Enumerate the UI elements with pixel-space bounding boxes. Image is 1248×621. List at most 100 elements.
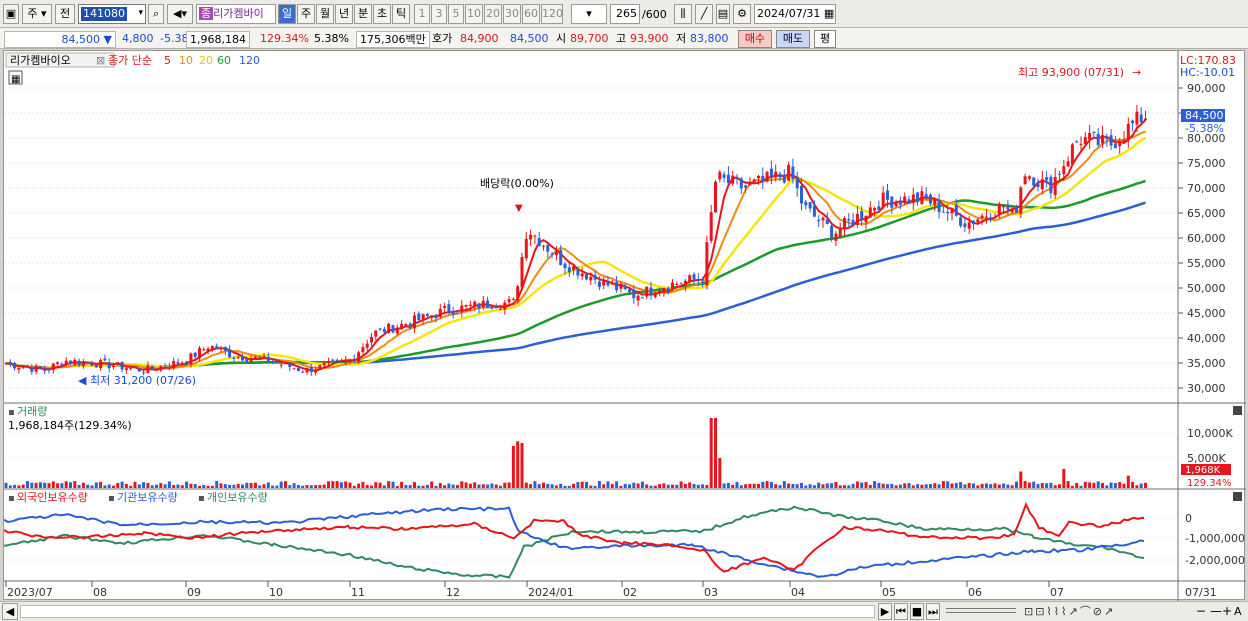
stock-name-field[interactable]: 종 리가켐바이 bbox=[196, 4, 276, 24]
volume-bar bbox=[602, 484, 606, 488]
x-tick-label: 04 bbox=[791, 586, 805, 599]
volume-bar bbox=[490, 483, 494, 488]
volume-bar bbox=[920, 484, 924, 488]
min-arrow-icon: ◀ bbox=[78, 374, 87, 387]
volume-bar bbox=[352, 485, 356, 488]
scroll-bar[interactable]: ◀ ▶ ⏮ ■ ⏭ ⊡⊡⌇⌇⌇↗⌒⊘↗ − — + A bbox=[0, 601, 1248, 621]
volume-bar bbox=[253, 482, 257, 488]
chart-area[interactable]: 90,00085,00080,00075,00070,00065,00060,0… bbox=[3, 50, 1246, 601]
candle bbox=[1010, 209, 1014, 213]
period-tab-1[interactable]: 주 bbox=[297, 4, 315, 24]
interval-button-120[interactable]: 120 bbox=[541, 4, 563, 24]
candle bbox=[1131, 120, 1135, 124]
candle bbox=[1101, 135, 1104, 144]
candle bbox=[56, 362, 60, 364]
volume-bar bbox=[559, 483, 563, 488]
scroll-left-icon[interactable]: ◀ bbox=[2, 603, 18, 620]
tool-icons[interactable]: ⊡⊡⌇⌇⌇↗⌒⊘↗ bbox=[1024, 604, 1115, 619]
candle bbox=[348, 360, 352, 362]
buy-button[interactable]: 매수 bbox=[738, 30, 772, 48]
volume-bar bbox=[245, 482, 249, 488]
interval-button-3[interactable]: 3 bbox=[431, 4, 447, 24]
interval-button-30[interactable]: 30 bbox=[503, 4, 521, 24]
prev-button[interactable]: 전 bbox=[55, 4, 75, 24]
candle bbox=[1096, 133, 1100, 146]
zoom-out-icon[interactable]: − bbox=[1196, 604, 1206, 619]
volume-bar bbox=[21, 484, 25, 488]
candle bbox=[636, 295, 640, 301]
volume-bar bbox=[757, 484, 760, 488]
forward-icon[interactable]: ⏭ bbox=[926, 603, 940, 620]
volume-bar bbox=[99, 481, 103, 488]
chevron-down-icon[interactable]: ▾ bbox=[138, 8, 143, 18]
scroll-track[interactable] bbox=[20, 605, 875, 618]
period-tab-6[interactable]: 틱 bbox=[392, 4, 410, 24]
volume-bar bbox=[473, 482, 477, 488]
candle bbox=[937, 200, 941, 213]
interval-button-10[interactable]: 10 bbox=[465, 4, 483, 24]
candle bbox=[572, 266, 576, 271]
candle bbox=[563, 263, 567, 269]
code-input[interactable]: 141080 ▾ bbox=[78, 4, 146, 24]
candle bbox=[731, 175, 735, 184]
date-input[interactable]: 2024/07/31 ▦ bbox=[754, 4, 836, 24]
interval-button-5[interactable]: 5 bbox=[448, 4, 464, 24]
volume-bar bbox=[507, 482, 511, 488]
interval-button-20[interactable]: 20 bbox=[484, 4, 502, 24]
range-select[interactable]: ▾ bbox=[571, 4, 607, 24]
candle bbox=[554, 251, 558, 256]
stock-chart[interactable]: 90,00085,00080,00075,00070,00065,00060,0… bbox=[3, 51, 1246, 601]
interval-button-60[interactable]: 60 bbox=[522, 4, 540, 24]
sell-button[interactable]: 매도 bbox=[776, 30, 810, 48]
zoom-line-icon[interactable]: — bbox=[1210, 604, 1222, 619]
volume-bar bbox=[769, 481, 773, 488]
ma20-label: 20 bbox=[199, 54, 213, 67]
stock-name: 리가켐바이 bbox=[213, 7, 264, 20]
font-size-icon[interactable]: A bbox=[1234, 604, 1242, 619]
candle bbox=[301, 371, 305, 373]
eval-button[interactable]: 평 bbox=[814, 30, 836, 48]
period-tab-2[interactable]: 월 bbox=[316, 4, 334, 24]
chart-type-icon[interactable]: ▣ bbox=[3, 4, 19, 24]
candle bbox=[146, 365, 150, 374]
period-tab-4[interactable]: 분 bbox=[354, 4, 372, 24]
candle-icon[interactable]: ⫼ bbox=[674, 4, 692, 24]
save-icon[interactable]: ▤ bbox=[716, 4, 730, 24]
rewind-icon[interactable]: ⏮ bbox=[894, 603, 908, 620]
candle bbox=[137, 368, 141, 372]
period-tab-5[interactable]: 초 bbox=[373, 4, 391, 24]
volume-bar bbox=[765, 481, 769, 488]
volume-bar bbox=[744, 484, 748, 488]
candle bbox=[215, 346, 219, 350]
interval-button-1[interactable]: 1 bbox=[414, 4, 430, 24]
ma120-label: 120 bbox=[239, 54, 260, 67]
candle bbox=[155, 369, 158, 371]
volume-bar bbox=[524, 482, 528, 488]
candle bbox=[361, 347, 365, 353]
volume-bar bbox=[322, 484, 326, 488]
calendar-icon[interactable]: ▦ bbox=[824, 7, 834, 20]
candle bbox=[894, 201, 898, 207]
zoom-in-icon[interactable]: + bbox=[1222, 604, 1232, 619]
zoom-slider[interactable] bbox=[946, 608, 1016, 613]
candle bbox=[241, 356, 244, 361]
count-input[interactable]: 265 bbox=[610, 4, 640, 24]
speaker-icon[interactable]: ◀▾ bbox=[167, 4, 193, 24]
period-tab-3[interactable]: 년 bbox=[335, 4, 353, 24]
search-icon[interactable]: ⌕ bbox=[148, 4, 164, 24]
x-tick-labels: 2023/07 08 09 10 11 12 2024/01 02 03 04 05 06 07 07/3… bbox=[5, 581, 1217, 599]
candle bbox=[847, 218, 851, 221]
gear-icon[interactable]: ⚙ bbox=[733, 4, 751, 24]
x-tick-label: 10 bbox=[269, 586, 283, 599]
volume-bar bbox=[198, 485, 201, 488]
volume-bar bbox=[503, 482, 507, 488]
line-draw-icon[interactable]: ╱ bbox=[695, 4, 713, 24]
candle bbox=[610, 283, 614, 285]
volume-bar bbox=[589, 485, 593, 488]
candle bbox=[696, 279, 700, 281]
candle bbox=[38, 366, 42, 370]
stop-icon[interactable]: ■ bbox=[910, 603, 924, 620]
period-tab-0[interactable]: 일 bbox=[278, 4, 296, 24]
scroll-right-icon[interactable]: ▶ bbox=[878, 603, 892, 620]
market-select[interactable]: 주 ▾ bbox=[22, 4, 52, 24]
